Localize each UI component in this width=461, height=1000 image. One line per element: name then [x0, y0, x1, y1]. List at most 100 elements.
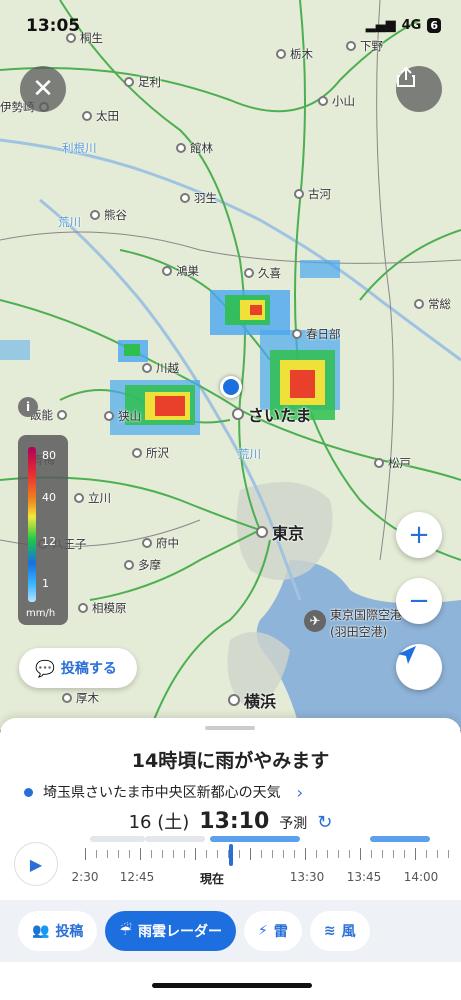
tab-lightning[interactable]: ⚡ 雷 [244, 911, 302, 951]
timeline-tick [151, 850, 152, 858]
tab-post[interactable]: 👥 投稿 [18, 911, 98, 951]
timeline[interactable]: 2:30 12:45 現在 13:30 13:45 14:00 [70, 836, 461, 896]
airport-label: 東京国際空港 (羽田空港) [330, 608, 403, 639]
comment-icon: 💬 [35, 658, 55, 678]
timeline-cursor[interactable] [229, 844, 233, 866]
place-label: 太田 [82, 108, 119, 124]
forecast-sheet[interactable]: 14時頃に雨がやみます 埼玉県さいたま市中央区新都心の天気 › 16 (土) 1… [0, 718, 461, 1000]
forecast-headline: 14時頃に雨がやみます [131, 750, 330, 772]
timeline-tick [415, 848, 416, 860]
place-label: 立川 [74, 490, 111, 506]
airport-icon: ✈ [304, 610, 326, 632]
place-label: 鴻巣 [162, 263, 199, 279]
locate-button[interactable] [396, 644, 442, 690]
timeline-tick [96, 850, 97, 858]
timeline-tick [162, 850, 163, 858]
status-indicators: ▂▄▆ 4G 6 [366, 18, 441, 33]
legend-value: 80 [42, 449, 56, 462]
rain-cloud-icon: ☔ [119, 923, 132, 939]
time-label: 13:10 [199, 809, 270, 834]
tab-wind[interactable]: ≋ 風 [309, 911, 370, 951]
close-icon: ✕ [32, 74, 54, 104]
timeline-tick [85, 848, 86, 860]
network-type: 4G [401, 18, 422, 33]
timeline-tick [107, 850, 108, 858]
place-label: 厚木 [62, 690, 99, 706]
status-time: 13:05 [26, 16, 81, 36]
location-dot-icon [24, 787, 33, 797]
place-label: 熊谷 [90, 207, 127, 223]
signal-icon: ▂▄▆ [365, 18, 396, 33]
location-label: 埼玉県さいたま市中央区新都心の天気 [43, 785, 281, 801]
tab-label: 投稿 [55, 924, 84, 940]
timeline-tick [382, 850, 383, 858]
zoom-in-button[interactable]: + [396, 512, 442, 558]
tab-rain-radar[interactable]: ☔ 雨雲レーダー [105, 911, 236, 951]
info-icon[interactable]: i [18, 397, 38, 417]
forecast-label: 予測 [279, 816, 308, 832]
place-label: 足利 [124, 74, 161, 90]
post-button[interactable]: 💬 投稿する [19, 648, 137, 688]
home-indicator [152, 983, 312, 988]
place-label: 狭山 [104, 408, 141, 424]
map[interactable]: 桐生 足利 太田 館林 羽生 古河 熊谷 鴻巣 久喜 春日部 川越 狭山 所沢 … [0, 0, 461, 730]
place-label: 古河 [294, 186, 331, 202]
timeline-label: 12:45 [119, 870, 155, 884]
timeline-label: 13:45 [346, 870, 382, 884]
timeline-tick [250, 848, 251, 860]
status-bar: 13:05 ▂▄▆ 4G 6 [0, 0, 461, 44]
play-icon: ▶ [29, 854, 43, 874]
place-label: 小山 [318, 93, 355, 109]
timeline-tick [349, 850, 350, 858]
timeline-tick [437, 850, 438, 858]
place-label: 羽生 [180, 190, 217, 206]
place-label-major: 東京 [256, 520, 304, 544]
place-label-major: 横浜 [228, 688, 276, 712]
tab-label: 風 [341, 924, 356, 940]
place-label: 松戸 [374, 455, 411, 471]
timeline-tick [294, 850, 295, 858]
location-arrow-icon [398, 646, 416, 664]
timeline-tick [360, 848, 361, 860]
timeline-label: 13:30 [289, 870, 325, 884]
play-button[interactable]: ▶ [14, 842, 58, 886]
current-location-marker [220, 376, 242, 398]
timeline-label: 2:30 [71, 870, 99, 884]
place-label-major: さいたま [232, 402, 312, 426]
timeline-tick [305, 848, 306, 860]
place-label: 川越 [142, 360, 179, 376]
share-icon [397, 66, 415, 87]
river-label: 荒川 [58, 215, 81, 229]
datetime-row: 16 (土) 13:10 予測 ↻ [0, 808, 461, 834]
timeline-tick [129, 850, 130, 858]
timeline-tick [184, 850, 185, 858]
timeline-tick [239, 850, 240, 858]
wind-icon: ≋ [323, 923, 336, 939]
timeline-tick [371, 850, 372, 858]
share-button[interactable] [396, 66, 442, 112]
location-row[interactable]: 埼玉県さいたま市中央区新都心の天気 › [24, 782, 444, 802]
river-label: 荒川 [238, 447, 261, 461]
timeline-tick [195, 848, 196, 860]
zoom-out-button[interactable]: − [396, 578, 442, 624]
sheet-handle[interactable] [205, 726, 255, 730]
post-button-label: 投稿する [60, 661, 117, 677]
timeline-tick [118, 850, 119, 858]
timeline-label: 14:00 [403, 870, 439, 884]
timeline-tick [272, 850, 273, 858]
tab-label: 雨雲レーダー [138, 924, 222, 940]
close-button[interactable]: ✕ [20, 66, 66, 112]
timeline-tick [316, 850, 317, 858]
legend-value: 12 [42, 535, 56, 548]
place-label: 多摩 [124, 557, 161, 573]
timeline-tick [206, 850, 207, 858]
date-label: 16 (土) [128, 812, 190, 833]
place-label: 栃木 [276, 46, 313, 62]
place-label: 常総 [414, 296, 451, 312]
place-label: 春日部 [292, 326, 341, 342]
timeline-tick [283, 850, 284, 858]
rain-legend: 80 40 12 1 mm/h [18, 435, 68, 625]
lightning-icon: ⚡ [258, 923, 268, 939]
refresh-icon[interactable]: ↻ [317, 812, 332, 833]
timeline-tick [448, 850, 449, 858]
